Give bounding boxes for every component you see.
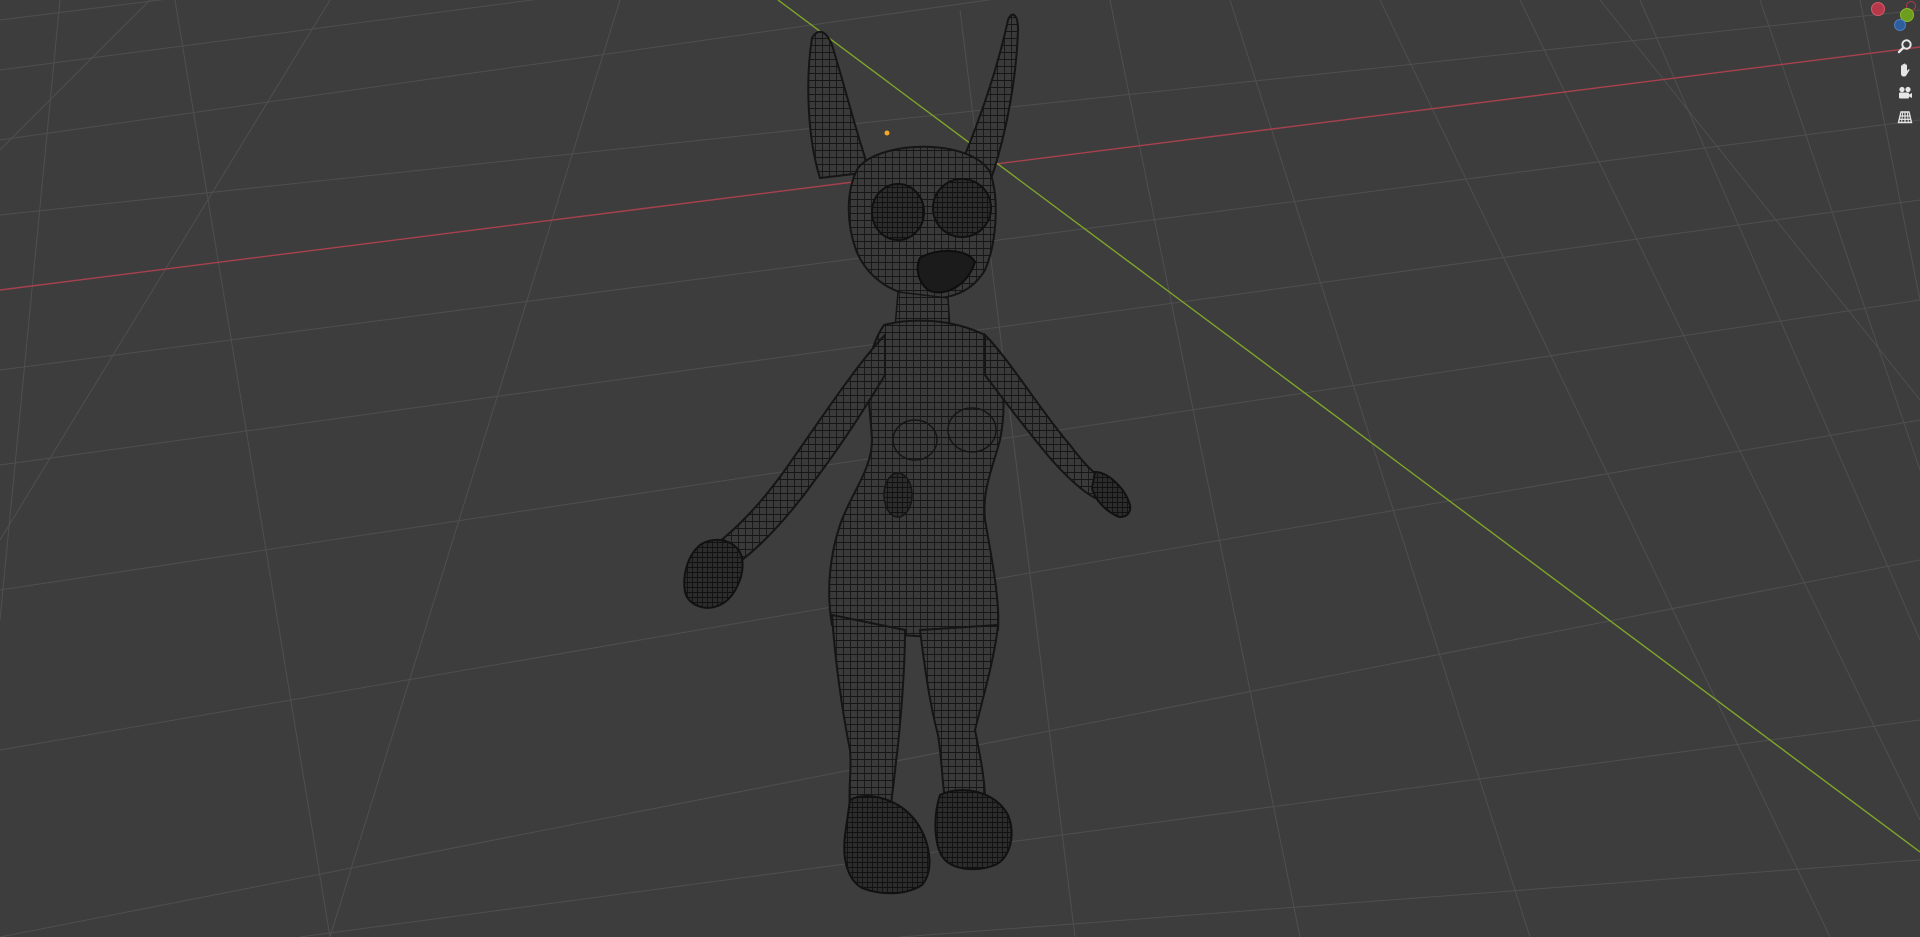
zoom-button[interactable] (1894, 35, 1916, 57)
grid-line (0, 0, 536, 71)
hand-icon (1901, 63, 1910, 77)
grid-line (0, 0, 331, 541)
right-foot (934, 789, 1013, 871)
left-foot (843, 795, 931, 895)
grid-line (0, 0, 151, 151)
right-eye (932, 178, 992, 238)
viewport-scene[interactable] (0, 0, 1920, 937)
grid-line (299, 719, 1920, 937)
z-axis-gizmo[interactable] (1894, 19, 1906, 31)
x-axis-gizmo[interactable] (1871, 2, 1885, 16)
belly-mark (883, 472, 913, 518)
camera-view-button[interactable] (1894, 82, 1916, 104)
navigation-gizmo-panel (1850, 0, 1920, 140)
pan-button[interactable] (1894, 59, 1916, 81)
right-hand (1090, 470, 1132, 518)
torso (828, 319, 1005, 638)
grid-line (1109, 0, 1301, 937)
grid-line (0, 0, 61, 621)
grid-perspective-icon (1897, 111, 1913, 124)
grid-line (0, 0, 992, 141)
left-eye (871, 183, 925, 241)
left-hand (683, 538, 744, 609)
right-leg (918, 623, 1000, 801)
grid-line (899, 859, 1920, 937)
left-ear (807, 30, 872, 180)
character-mesh-wireframe[interactable] (683, 13, 1132, 895)
left-leg (830, 613, 907, 814)
grid-line (174, 0, 331, 937)
object-origin-point[interactable] (884, 130, 890, 136)
perspective-toggle-button[interactable] (1894, 106, 1916, 128)
grid-line (329, 0, 621, 937)
camera-icon (1899, 86, 1912, 99)
magnifier-icon (1897, 39, 1912, 54)
grid-line (1229, 0, 1531, 937)
3d-viewport[interactable] (0, 0, 1920, 937)
